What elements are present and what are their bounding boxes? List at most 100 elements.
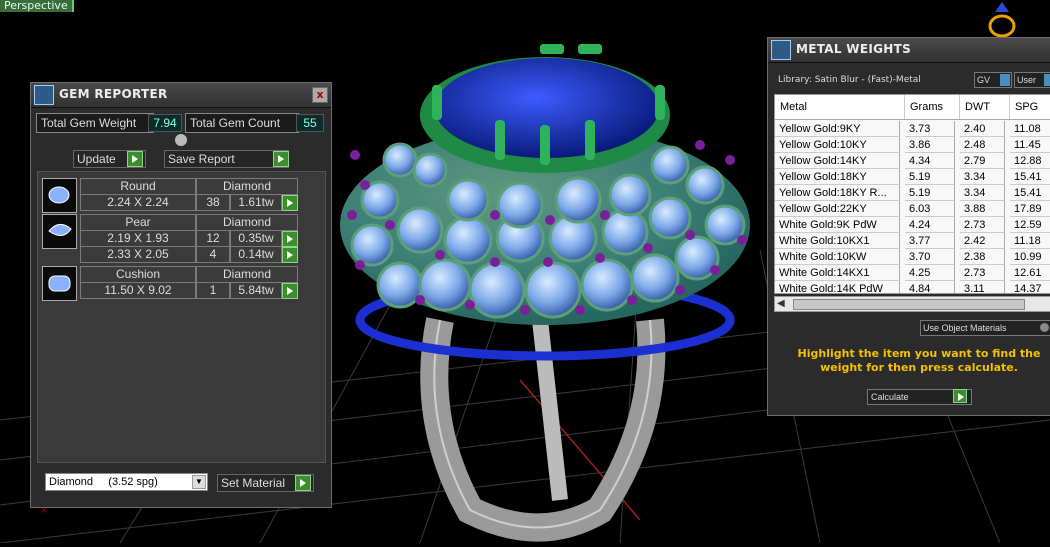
gem-select-icon[interactable] [282, 195, 298, 211]
toggle-circle-icon [1040, 323, 1049, 332]
metal-cell: 15.41 [1010, 169, 1050, 185]
gem-count: 1 [196, 282, 230, 299]
metal-cell: 14.37 [1010, 281, 1050, 293]
metal-weights-panel: METAL WEIGHTS Library: Satin Blur - (Fas… [767, 37, 1050, 416]
gem-size: 2.19 X 1.93 [80, 230, 196, 247]
hint-text: Highlight the item you want to find the … [797, 347, 1041, 374]
viewport-label[interactable]: Perspective [0, 0, 74, 12]
metal-cell: White Gold:14KX1 [775, 265, 900, 281]
gem-tw: 0.14tw [230, 246, 282, 263]
metal-cell: Yellow Gold:22KY [775, 201, 900, 217]
metal-cell: Yellow Gold:18KY R... [775, 185, 900, 201]
close-icon[interactable]: x [312, 87, 328, 103]
metal-row[interactable]: White Gold:14K PdW 4.84 3.11 14.37 [775, 281, 1050, 293]
material-select[interactable]: Diamond (3.52 spg) ▼ [45, 473, 208, 491]
metal-cell: 12.88 [1010, 153, 1050, 169]
metal-row[interactable]: White Gold:14KX1 4.25 2.73 12.61 [775, 265, 1050, 281]
gem-shape-label: Pear [80, 214, 196, 231]
metal-weights-titlebar[interactable]: METAL WEIGHTS [768, 38, 1050, 63]
gem-tw: 5.84tw [230, 282, 282, 299]
metal-cell: 2.40 [960, 121, 1005, 137]
metal-row[interactable]: Yellow Gold:18KY 5.19 3.34 15.41 [775, 169, 1050, 185]
metal-cell: 4.84 [905, 281, 955, 293]
metal-cell: 15.41 [1010, 185, 1050, 201]
metal-row[interactable]: Yellow Gold:14KY 4.34 2.79 12.88 [775, 153, 1050, 169]
gem-size: 11.50 X 9.02 [80, 282, 196, 299]
gem-count: 4 [196, 246, 230, 263]
save-report-button-label: Save Report [168, 152, 235, 166]
metal-cell: Yellow Gold:9KY [775, 121, 900, 137]
column-header[interactable]: Grams [905, 95, 960, 119]
use-object-materials-toggle[interactable]: Use Object Materials [920, 320, 1050, 336]
metal-cell: Yellow Gold:14KY [775, 153, 900, 169]
total-gem-count-value: 55 [296, 114, 324, 132]
update-button-label: Update [77, 152, 116, 166]
metal-cell: 3.11 [960, 281, 1005, 293]
round-gem-icon [42, 178, 77, 213]
scroll-left-icon[interactable]: ◀ [777, 297, 785, 311]
metal-cell: White Gold:10KW [775, 249, 900, 265]
metal-cell: White Gold:14K PdW [775, 281, 900, 293]
cushion-gem-icon [42, 266, 77, 301]
gem-shape-label: Round [80, 178, 196, 195]
gv-toggle[interactable]: GV [974, 72, 1012, 88]
set-material-go-icon[interactable] [295, 475, 311, 491]
update-go-icon[interactable] [127, 151, 143, 167]
column-header[interactable]: SPG [1010, 95, 1050, 119]
metal-row[interactable]: Yellow Gold:10KY 3.86 2.48 11.45 [775, 137, 1050, 153]
metal-row[interactable]: Yellow Gold:9KY 3.73 2.40 11.08 [775, 121, 1050, 137]
save-report-button[interactable]: Save Report [164, 150, 289, 168]
metal-cell: 5.19 [905, 169, 955, 185]
metal-cell: 2.38 [960, 249, 1005, 265]
metal-cell: Yellow Gold:10KY [775, 137, 900, 153]
column-header[interactable]: Metal [775, 95, 905, 119]
metal-cell: Yellow Gold:18KY [775, 169, 900, 185]
gem-material-label: Diamond [196, 266, 298, 283]
metal-cell: 11.08 [1010, 121, 1050, 137]
metal-cell: 11.18 [1010, 233, 1050, 249]
gem-select-icon[interactable] [282, 231, 298, 247]
user-toggle[interactable]: User [1014, 72, 1050, 88]
collapse-toggle-icon[interactable] [175, 134, 187, 146]
scroll-thumb[interactable] [793, 299, 1025, 310]
metal-cell: 11.45 [1010, 137, 1050, 153]
metal-row[interactable]: Yellow Gold:18KY R... 5.19 3.34 15.41 [775, 185, 1050, 201]
gem-reporter-titlebar[interactable]: GEM REPORTER x [31, 83, 331, 108]
metal-cell: 2.73 [960, 217, 1005, 233]
metal-table[interactable]: Metal Grams DWT SPG Yellow Gold:9KY 3.73 2… [774, 94, 1050, 294]
horizontal-scrollbar[interactable]: ◀ [774, 296, 1050, 312]
gem-reporter-app-icon [34, 85, 54, 105]
ring-logo-icon [988, 2, 1016, 38]
gem-count: 12 [196, 230, 230, 247]
gem-select-icon[interactable] [282, 247, 298, 263]
save-report-go-icon[interactable] [273, 151, 289, 167]
gv-label: GV [977, 75, 991, 85]
metal-cell: 6.03 [905, 201, 955, 217]
metal-cell: 2.79 [960, 153, 1005, 169]
metal-cell: 3.34 [960, 169, 1005, 185]
metal-row[interactable]: White Gold:10KW 3.70 2.38 10.99 [775, 249, 1050, 265]
metal-row[interactable]: Yellow Gold:22KY 6.03 3.88 17.89 [775, 201, 1050, 217]
metal-cell: 4.24 [905, 217, 955, 233]
gem-list: Round Diamond 2.24 X 2.24 38 1.61tw Pear… [37, 171, 326, 463]
metal-cell: 10.99 [1010, 249, 1050, 265]
metal-cell: 2.73 [960, 265, 1005, 281]
column-header[interactable]: DWT [960, 95, 1010, 119]
gem-size: 2.24 X 2.24 [80, 194, 196, 211]
gem-reporter-title: GEM REPORTER [59, 87, 168, 101]
material-select-value: Diamond (3.52 spg) [49, 476, 158, 488]
pear-gem-icon [42, 214, 77, 249]
metal-cell: White Gold:10KX1 [775, 233, 900, 249]
metal-row[interactable]: White Gold:9K PdW 4.24 2.73 12.59 [775, 217, 1050, 233]
calculate-go-icon[interactable] [953, 389, 967, 403]
metal-cell: 12.59 [1010, 217, 1050, 233]
metal-table-header: Metal Grams DWT SPG [775, 95, 1050, 120]
use-object-materials-label: Use Object Materials [923, 323, 1007, 333]
metal-weights-app-icon [771, 40, 791, 60]
gem-select-icon[interactable] [282, 283, 298, 299]
chevron-down-icon[interactable]: ▼ [192, 475, 206, 489]
metal-cell: White Gold:9K PdW [775, 217, 900, 233]
gem-reporter-panel: GEM REPORTER x Total Gem Weight 7.94 Tot… [30, 82, 332, 508]
metal-row[interactable]: White Gold:10KX1 3.77 2.42 11.18 [775, 233, 1050, 249]
gem-size: 2.33 X 2.05 [80, 246, 196, 263]
